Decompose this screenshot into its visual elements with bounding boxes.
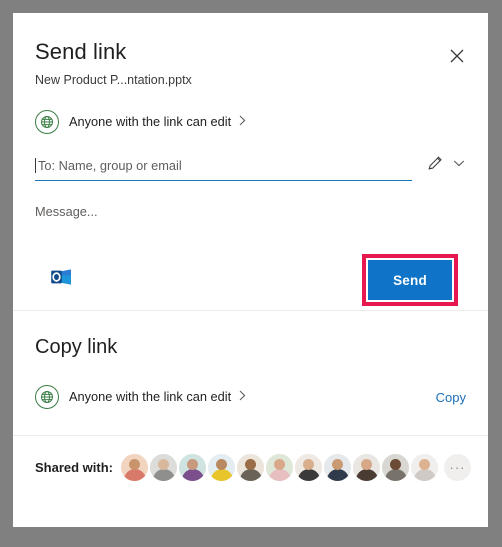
avatar-body bbox=[297, 469, 320, 481]
copy-permission-label: Anyone with the link can edit bbox=[69, 389, 232, 404]
avatar-body bbox=[384, 469, 407, 481]
avatar-body bbox=[181, 469, 204, 481]
shared-with-section: Shared with: ··· bbox=[13, 436, 488, 481]
chevron-right-icon bbox=[239, 113, 246, 131]
avatar-4[interactable] bbox=[208, 454, 236, 481]
recipients-placeholder: To: Name, group or email bbox=[38, 158, 182, 173]
avatar-11[interactable] bbox=[411, 454, 439, 481]
outlook-icon[interactable] bbox=[49, 264, 75, 290]
file-name: New Product P...ntation.pptx bbox=[35, 73, 192, 87]
avatar-3[interactable] bbox=[179, 454, 207, 481]
avatar-10[interactable] bbox=[382, 454, 410, 481]
more-people-label: ··· bbox=[449, 459, 466, 475]
pencil-icon[interactable] bbox=[426, 154, 444, 177]
send-permission-label: Anyone with the link can edit bbox=[69, 114, 232, 129]
send-permission-selector[interactable]: Anyone with the link can edit bbox=[35, 110, 246, 134]
copy-permission-selector[interactable]: Anyone with the link can edit bbox=[35, 385, 246, 409]
avatar-body bbox=[355, 469, 378, 481]
screen: Send link New Product P...ntation.pptx A… bbox=[0, 0, 502, 547]
recipients-actions bbox=[426, 154, 466, 181]
avatar-1[interactable] bbox=[121, 454, 149, 481]
avatar-body bbox=[413, 469, 436, 481]
more-people-button[interactable]: ··· bbox=[444, 454, 472, 481]
avatar-5[interactable] bbox=[237, 454, 265, 481]
avatar-6[interactable] bbox=[266, 454, 294, 481]
close-icon[interactable] bbox=[442, 41, 472, 71]
copy-link-section: Copy link Anyone with the link can edit bbox=[13, 311, 488, 435]
message-input[interactable]: Message... bbox=[35, 203, 466, 220]
avatar-body bbox=[123, 469, 146, 481]
avatar-body bbox=[239, 469, 262, 481]
avatar-body bbox=[210, 469, 233, 481]
globe-icon bbox=[35, 385, 59, 409]
copy-permission-row: Anyone with the link can edit Copy bbox=[35, 385, 466, 409]
share-dialog: Send link New Product P...ntation.pptx A… bbox=[13, 13, 488, 527]
avatar-7[interactable] bbox=[295, 454, 323, 481]
recipients-row: To: Name, group or email bbox=[35, 154, 466, 181]
send-link-section: Send link New Product P...ntation.pptx A… bbox=[13, 13, 488, 310]
avatar-list bbox=[121, 454, 440, 481]
copy-link-title: Copy link bbox=[35, 336, 118, 358]
avatar-8[interactable] bbox=[324, 454, 352, 481]
shared-with-label: Shared with: bbox=[35, 460, 114, 475]
send-button[interactable]: Send bbox=[368, 260, 452, 300]
send-actions-row: Send bbox=[35, 254, 466, 310]
globe-icon bbox=[35, 110, 59, 134]
recipients-input[interactable]: To: Name, group or email bbox=[35, 157, 412, 181]
chevron-right-icon bbox=[239, 388, 246, 406]
avatar-body bbox=[326, 469, 349, 481]
avatar-9[interactable] bbox=[353, 454, 381, 481]
avatar-body bbox=[268, 469, 291, 481]
text-caret bbox=[35, 158, 36, 173]
chevron-down-icon[interactable] bbox=[452, 156, 466, 175]
avatar-body bbox=[152, 469, 175, 481]
page-title: Send link bbox=[35, 39, 127, 64]
avatar-2[interactable] bbox=[150, 454, 178, 481]
copy-button[interactable]: Copy bbox=[436, 390, 466, 405]
